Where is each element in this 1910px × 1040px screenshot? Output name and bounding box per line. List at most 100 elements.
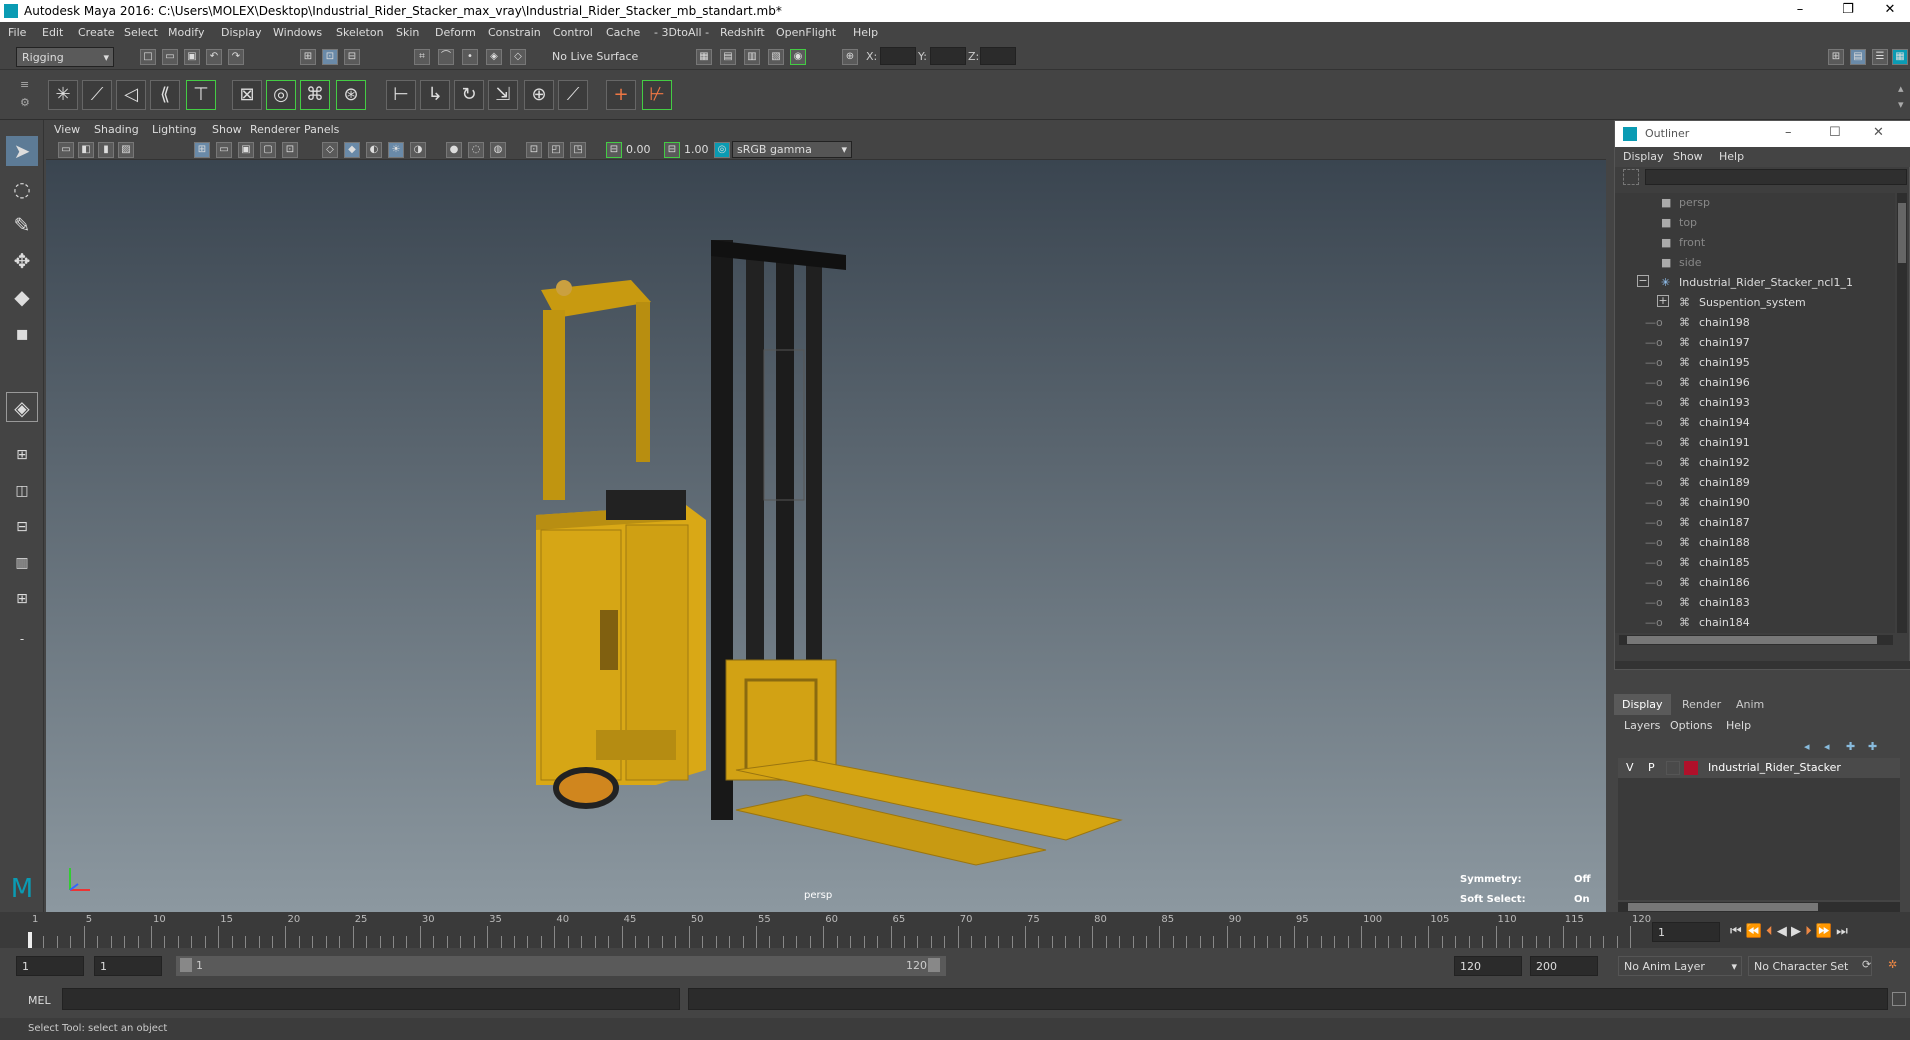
scale-constraint-icon[interactable]: ⇲ bbox=[488, 80, 518, 110]
gate-mask-icon[interactable]: ▢ bbox=[260, 142, 276, 158]
menu-cache[interactable]: Cache bbox=[606, 26, 640, 39]
start-time-field[interactable]: 1 bbox=[16, 956, 84, 976]
snap-curve-icon[interactable]: ⌒ bbox=[438, 49, 454, 65]
current-time-marker[interactable] bbox=[28, 932, 32, 948]
outliner-item-row[interactable]: —o ⌘ chain196 bbox=[1615, 373, 1885, 393]
go-to-start-icon[interactable]: ⏮ bbox=[1730, 924, 1742, 939]
sculpt-deformer-icon[interactable]: ⊛ bbox=[336, 80, 366, 110]
y-field[interactable] bbox=[930, 47, 966, 65]
outliner-root-row[interactable]: − ✳ Industrial_Rider_Stacker_ncl1_1 bbox=[1615, 273, 1885, 293]
shelf-scroll-up-icon[interactable]: ▴ bbox=[1898, 82, 1904, 95]
layer-menu-options[interactable]: Options bbox=[1670, 719, 1712, 732]
layer-playback-toggle[interactable]: P bbox=[1648, 761, 1655, 774]
outliner-camera-row[interactable]: ■ front bbox=[1615, 233, 1885, 253]
xray-joints-icon[interactable]: ◳ bbox=[570, 142, 586, 158]
step-forward-key-icon[interactable]: ⏵ bbox=[1805, 924, 1812, 939]
layer-visibility-toggle[interactable]: V bbox=[1626, 761, 1634, 774]
expand-icon[interactable]: + bbox=[1657, 295, 1669, 307]
transform-icon[interactable]: ⊕ bbox=[842, 49, 858, 65]
outliner-item-row[interactable]: —o ⌘ chain185 bbox=[1615, 553, 1885, 573]
range-start-handle[interactable] bbox=[180, 958, 192, 972]
rotate-tool-icon[interactable]: ◆ bbox=[6, 282, 38, 312]
menu-modify[interactable]: Modify bbox=[168, 26, 204, 39]
outliner-item-row[interactable]: —o ⌘ chain188 bbox=[1615, 533, 1885, 553]
shelf-scroll-down-icon[interactable]: ▾ bbox=[1898, 98, 1904, 111]
layer-type-toggle[interactable] bbox=[1666, 761, 1680, 775]
color-management-select[interactable]: sRGB gamma ▾ bbox=[732, 141, 852, 158]
close-button[interactable]: ✕ bbox=[1870, 2, 1910, 20]
step-back-icon[interactable]: ⏪ bbox=[1746, 924, 1762, 939]
layer-name[interactable]: Industrial_Rider_Stacker bbox=[1708, 761, 1841, 774]
two-view-layout-icon[interactable]: ◫ bbox=[6, 476, 38, 506]
snap-view-icon[interactable]: ◈ bbox=[486, 49, 502, 65]
ik-fk-switch-icon[interactable]: ⊬ bbox=[642, 80, 672, 110]
outliner-close-button[interactable]: ✕ bbox=[1873, 125, 1884, 140]
resolution-gate-icon[interactable]: ▣ bbox=[238, 142, 254, 158]
orient-constraint-icon[interactable]: ↻ bbox=[454, 80, 484, 110]
scale-tool-icon[interactable]: ▪ bbox=[6, 318, 38, 348]
point-constraint-icon[interactable]: ⊢ bbox=[386, 80, 416, 110]
viewport-menu-shading[interactable]: Shading bbox=[94, 123, 139, 136]
ik-handle-icon[interactable]: ◁ bbox=[116, 80, 146, 110]
tool-settings-icon[interactable]: ☰ bbox=[1872, 49, 1888, 65]
minimize-button[interactable]: – bbox=[1780, 2, 1820, 20]
outliner-maximize-button[interactable]: ☐ bbox=[1829, 125, 1841, 140]
snap-point-icon[interactable]: • bbox=[462, 49, 478, 65]
toolbox-more-icon[interactable]: - bbox=[6, 624, 38, 654]
outliner-layout-icon[interactable]: ⊟ bbox=[6, 512, 38, 542]
layer-menu-layers[interactable]: Layers bbox=[1624, 719, 1660, 732]
move-layer-up-icon[interactable]: ◂ bbox=[1804, 740, 1810, 753]
wireframe-icon[interactable]: ◇ bbox=[322, 142, 338, 158]
outliner-group-row[interactable]: + ⌘ Suspention_system bbox=[1615, 293, 1885, 313]
snap-surface-icon[interactable]: ◇ bbox=[510, 49, 526, 65]
outliner-menu-display[interactable]: Display bbox=[1623, 150, 1664, 163]
outliner-item-row[interactable]: —o ⌘ chain184 bbox=[1615, 613, 1885, 633]
isolate-select-icon[interactable]: ⊡ bbox=[526, 142, 542, 158]
color-management-icon[interactable]: ◎ bbox=[714, 142, 730, 158]
menu-edit[interactable]: Edit bbox=[42, 26, 63, 39]
bookmark-icon[interactable]: ▮ bbox=[98, 142, 114, 158]
menu-windows[interactable]: Windows bbox=[273, 26, 322, 39]
channel-box-icon[interactable]: ▦ bbox=[1892, 49, 1908, 65]
outliner-item-row[interactable]: —o ⌘ chain197 bbox=[1615, 333, 1885, 353]
outliner-item-row[interactable]: —o ⌘ chain190 bbox=[1615, 493, 1885, 513]
forklift-model[interactable] bbox=[46, 160, 1606, 912]
time-slider[interactable]: 1 5 10 15 20 25 30 35 40 45 50 55 60 65 70 75 80 85 90 95 10… bbox=[0, 912, 1910, 948]
field-chart-icon[interactable]: ⊡ bbox=[282, 142, 298, 158]
near-clip-icon[interactable]: ⊟ bbox=[606, 142, 622, 158]
outliner-item-row[interactable]: —o ⌘ chain183 bbox=[1615, 593, 1885, 613]
menu-select[interactable]: Select bbox=[124, 26, 158, 39]
current-frame-field[interactable]: 1 bbox=[1652, 922, 1720, 942]
motion-blur-icon[interactable]: ◌ bbox=[468, 142, 484, 158]
ipr-render-icon[interactable]: ▥ bbox=[744, 49, 760, 65]
aim-constraint-icon[interactable]: ↳ bbox=[420, 80, 450, 110]
outliner-camera-row[interactable]: ■ side bbox=[1615, 253, 1885, 273]
mode-selector[interactable]: Rigging ▾ bbox=[16, 47, 114, 67]
four-view-layout-icon[interactable]: ⊞ bbox=[6, 440, 38, 470]
near-clip-value[interactable]: 0.00 bbox=[626, 143, 651, 156]
menu-skin[interactable]: Skin bbox=[396, 26, 419, 39]
menu-deform[interactable]: Deform bbox=[435, 26, 476, 39]
menu-control[interactable]: Control bbox=[553, 26, 593, 39]
graph-layout-icon[interactable]: ▥ bbox=[6, 548, 38, 578]
create-joints-icon[interactable]: ✳ bbox=[48, 80, 78, 110]
locator-icon[interactable]: + bbox=[606, 80, 636, 110]
range-bar[interactable]: 1 120 bbox=[176, 956, 946, 976]
redo-icon[interactable]: ↷ bbox=[228, 49, 244, 65]
viewport-3d[interactable]: persp Symmetry: Off Soft Select: On bbox=[46, 160, 1606, 912]
outliner-item-row[interactable]: —o ⌘ chain192 bbox=[1615, 453, 1885, 473]
viewport-menu-lighting[interactable]: Lighting bbox=[152, 123, 196, 136]
outliner-horizontal-scrollbar[interactable] bbox=[1619, 635, 1893, 645]
outliner-item-row[interactable]: —o ⌘ chain193 bbox=[1615, 393, 1885, 413]
shelf-gear-icon[interactable]: ⚙ bbox=[20, 96, 30, 109]
layer-tab-anim[interactable]: Anim bbox=[1728, 694, 1772, 715]
move-layer-down-icon[interactable]: ◂ bbox=[1824, 740, 1830, 753]
new-layer-selected-icon[interactable]: ✚ bbox=[1868, 740, 1877, 753]
render-settings-icon[interactable]: ▧ bbox=[768, 49, 784, 65]
render-icon[interactable]: ▤ bbox=[720, 49, 736, 65]
outliner-camera-row[interactable]: ■ top bbox=[1615, 213, 1885, 233]
outliner-item-row[interactable]: —o ⌘ chain186 bbox=[1615, 573, 1885, 593]
go-to-end-icon[interactable]: ⏭ bbox=[1836, 924, 1848, 939]
z-field[interactable] bbox=[980, 47, 1016, 65]
cluster-icon[interactable]: ◎ bbox=[266, 80, 296, 110]
